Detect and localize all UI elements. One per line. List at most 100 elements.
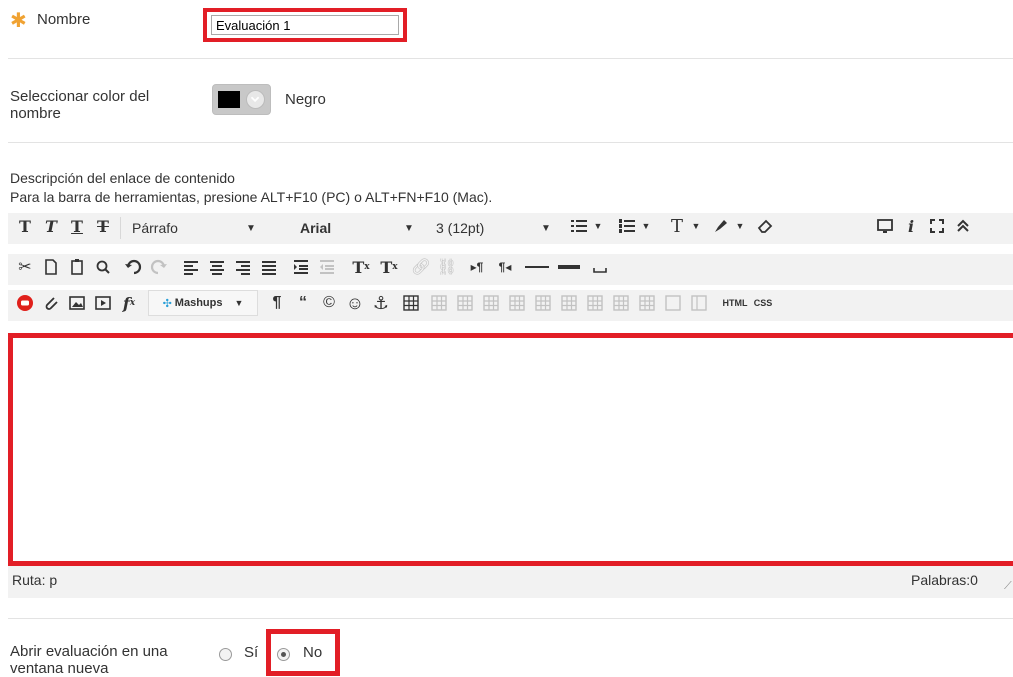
rtl-paragraph-icon: ¶◂ (498, 260, 512, 274)
resize-handle-icon[interactable]: ⟋ (1004, 580, 1012, 593)
link-icon: 🔗︎ (410, 259, 432, 276)
editor-toolbar-row-3: fx ✣ Mashups ▼ ¶ “ © ☺ ⚓︎ HTML CSS (8, 290, 1013, 321)
bullet-list-button[interactable] (566, 213, 592, 239)
size-select[interactable]: 3 (12pt) ▼ (436, 218, 556, 238)
insert-table-button[interactable] (398, 290, 424, 316)
anchor-button[interactable]: ⚓︎ (368, 290, 394, 316)
undo-button[interactable] (120, 254, 146, 280)
editor-toolbar-row-1: T T T T Párrafo ▼ Arial ▼ 3 (12pt) ▼ ▼ ▼ T … (8, 213, 1013, 244)
attach-file-button[interactable] (38, 290, 64, 316)
math-button[interactable]: fx (116, 290, 142, 316)
highlight-button[interactable] (708, 213, 734, 239)
color-swatch (218, 91, 240, 108)
insert-image-button[interactable] (64, 290, 90, 316)
table-col-after-button[interactable] (530, 290, 556, 316)
strikethrough-button[interactable]: T (90, 213, 116, 239)
indent-button[interactable] (288, 254, 314, 280)
chevron-down-icon[interactable]: ▼ (734, 213, 746, 239)
horizontal-rule-button[interactable] (522, 254, 552, 280)
clear-format-button[interactable] (752, 213, 778, 239)
bold-button[interactable]: T (12, 213, 38, 239)
chevron-down-icon: ▼ (541, 222, 551, 234)
underline-button[interactable]: T (64, 213, 90, 239)
subscript-button[interactable]: Tx (376, 254, 402, 280)
table-merge-button[interactable] (582, 290, 608, 316)
format-select[interactable]: Párrafo ▼ (132, 218, 262, 238)
nonbreaking-space-button[interactable] (586, 254, 614, 280)
italic-button[interactable]: T (38, 213, 64, 239)
info-button[interactable]: i (898, 213, 924, 239)
blockquote-button[interactable]: “ (290, 290, 316, 316)
paperclip-icon (45, 297, 58, 310)
scissors-icon: ✂ (18, 259, 32, 276)
search-icon (96, 260, 110, 274)
radio-no[interactable] (277, 648, 290, 661)
cut-button[interactable]: ✂ (12, 254, 38, 280)
table-col-props-button[interactable] (686, 290, 712, 316)
emoticon-button[interactable]: ☺ (342, 290, 368, 316)
table-delete-col-button[interactable] (556, 290, 582, 316)
chevron-down-icon[interactable]: ▼ (640, 213, 652, 239)
align-justify-button[interactable] (256, 254, 282, 280)
table-col-before-button[interactable] (504, 290, 530, 316)
copyright-icon: © (323, 294, 335, 311)
insert-media-button[interactable] (90, 290, 116, 316)
rtl-button[interactable]: ¶◂ (492, 254, 518, 280)
outdent-button[interactable] (314, 254, 340, 280)
numbered-list-button[interactable] (614, 213, 640, 239)
unlink-button[interactable]: ⛓︎ (434, 254, 460, 280)
table-delete-row-button[interactable] (478, 290, 504, 316)
fullscreen-button[interactable] (924, 213, 950, 239)
paragraph-icon: ¶ (272, 294, 282, 311)
editor-toolbar-row-2: ✂ Tx Tx 🔗︎ ⛓︎ ▸¶ ¶◂ (8, 254, 1013, 285)
mashups-dropdown[interactable]: ✣ Mashups ▼ (148, 290, 258, 316)
find-button[interactable] (90, 254, 116, 280)
chevron-down-icon[interactable]: ▼ (592, 213, 604, 239)
table-cell-props-button[interactable] (634, 290, 660, 316)
chevron-down-icon: ▼ (246, 222, 256, 234)
align-left-button[interactable] (178, 254, 204, 280)
radio-no-label: No (303, 644, 323, 661)
text-color-button[interactable]: T (664, 213, 690, 239)
special-char-button[interactable]: © (316, 290, 342, 316)
table-row-props-button[interactable] (660, 290, 686, 316)
undo-icon (125, 259, 142, 275)
color-picker-button[interactable] (212, 84, 271, 115)
youtube-button[interactable] (12, 290, 38, 316)
chevron-down-icon: ▼ (234, 298, 244, 308)
radio-yes[interactable] (219, 648, 232, 661)
css-button[interactable]: CSS (748, 290, 778, 316)
table-row-icon (431, 295, 447, 311)
table-row-after-button[interactable] (452, 290, 478, 316)
content-editor[interactable] (8, 333, 1013, 566)
paste-button[interactable] (64, 254, 90, 280)
insert-link-button[interactable]: 🔗︎ (408, 254, 434, 280)
superscript-button[interactable]: Tx (348, 254, 374, 280)
copy-button[interactable] (38, 254, 64, 280)
align-center-button[interactable] (204, 254, 230, 280)
show-blocks-button[interactable]: ¶ (264, 290, 290, 316)
path-label: Ruta: p (12, 572, 58, 588)
name-input[interactable] (211, 15, 399, 35)
html-label: HTML (722, 298, 748, 308)
ltr-button[interactable]: ▸¶ (464, 254, 490, 280)
html-source-button[interactable]: HTML (718, 290, 752, 316)
align-left-icon (184, 261, 198, 275)
font-select[interactable]: Arial ▼ (300, 218, 418, 238)
radio-yes-label: Sí (244, 644, 259, 661)
numbered-list-icon (619, 219, 635, 233)
collapse-toolbar-button[interactable] (950, 213, 976, 239)
align-right-button[interactable] (230, 254, 256, 280)
outdent-icon (320, 260, 334, 274)
thick-rule-button[interactable] (554, 254, 584, 280)
preview-button[interactable] (872, 213, 898, 239)
bullet-list-icon (571, 220, 587, 232)
table-split-button[interactable] (608, 290, 634, 316)
open-new-window-label: Abrir evaluación en una ventana nueva (10, 643, 168, 677)
table-row-before-button[interactable] (426, 290, 452, 316)
unlink-icon: ⛓︎ (436, 259, 458, 276)
split-box-icon (691, 295, 707, 311)
redo-button[interactable] (146, 254, 172, 280)
font-select-value: Arial (300, 220, 332, 236)
chevron-down-icon[interactable]: ▼ (690, 213, 702, 239)
